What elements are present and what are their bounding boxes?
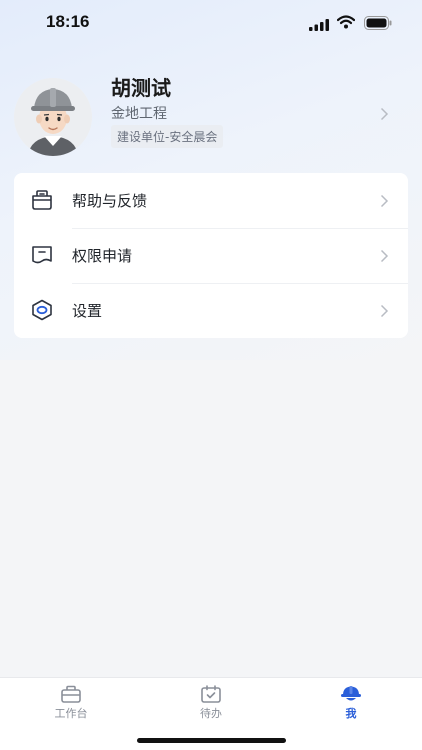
menu-item-label: 权限申请 bbox=[72, 247, 133, 265]
chevron-right-icon bbox=[380, 106, 389, 125]
feedback-icon bbox=[30, 189, 54, 211]
battery-icon bbox=[364, 15, 392, 34]
profile-header[interactable]: 胡测试 金地工程 建设单位-安全晨会 bbox=[0, 70, 422, 156]
chevron-right-icon bbox=[380, 303, 389, 322]
menu-card: 帮助与反馈 权限申请 设置 bbox=[14, 173, 408, 338]
tab-workbench[interactable]: 工作台 bbox=[1, 678, 141, 728]
helmet-icon bbox=[340, 685, 362, 707]
wifi-icon bbox=[336, 14, 356, 33]
signal-icon bbox=[309, 16, 331, 35]
menu-item-label: 设置 bbox=[72, 302, 103, 320]
menu-item-help-feedback[interactable]: 帮助与反馈 bbox=[14, 173, 408, 228]
company-name: 金地工程 bbox=[111, 106, 167, 122]
tab-label: 工作台 bbox=[54, 707, 88, 720]
user-name: 胡测试 bbox=[111, 76, 171, 100]
settings-icon bbox=[30, 299, 54, 321]
menu-item-label: 帮助与反馈 bbox=[72, 192, 148, 210]
tab-label: 待办 bbox=[200, 707, 222, 720]
menu-item-permission-request[interactable]: 权限申请 bbox=[14, 228, 408, 283]
chevron-right-icon bbox=[380, 193, 389, 212]
permission-icon bbox=[30, 244, 54, 266]
chevron-right-icon bbox=[380, 248, 389, 267]
role-badge: 建设单位-安全晨会 bbox=[111, 125, 224, 148]
home-indicator bbox=[137, 738, 286, 743]
status-time: 18:16 bbox=[46, 12, 90, 31]
status-bar: 18:16 bbox=[0, 0, 422, 46]
todo-icon bbox=[200, 685, 222, 707]
tab-label: 我 bbox=[345, 707, 357, 720]
avatar[interactable] bbox=[14, 78, 92, 156]
workbench-icon bbox=[60, 685, 82, 707]
menu-item-settings[interactable]: 设置 bbox=[14, 283, 408, 338]
tab-todo[interactable]: 待办 bbox=[141, 678, 281, 728]
tab-me[interactable]: 我 bbox=[281, 678, 421, 728]
